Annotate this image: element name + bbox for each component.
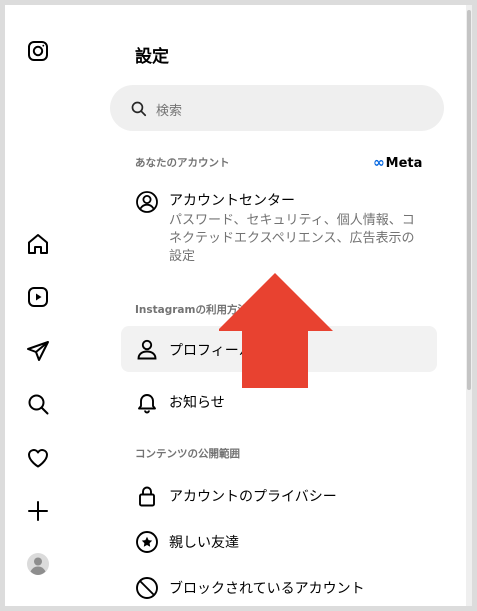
star-icon (136, 531, 158, 553)
annotation-arrow-up (219, 273, 333, 388)
home-icon[interactable] (25, 231, 51, 257)
search-placeholder: 検索 (156, 104, 183, 119)
lock-icon (139, 486, 155, 507)
block-icon (136, 577, 158, 599)
instagram-icon[interactable] (25, 38, 51, 64)
section-heading-visibility: コンテンツの公開範囲 (135, 448, 240, 460)
meta-infinity-icon: ∞ (373, 155, 385, 171)
avatar[interactable] (25, 551, 51, 577)
messages-icon[interactable] (25, 338, 51, 364)
search-icon[interactable] (25, 391, 51, 417)
account-center-item[interactable]: アカウントセンター パスワード、セキュリティ、個人情報、コネクテッドエクスペリエ… (121, 185, 437, 269)
section-heading-account: あなたのアカウント (135, 157, 230, 169)
blocked-accounts-label: ブロックされているアカウント (169, 581, 365, 597)
account-center-description: パスワード、セキュリティ、個人情報、コネクテッドエクスペリエンス、広告表示の設定 (169, 213, 415, 264)
settings-window: 設定 検索 あなたのアカウント ∞Meta アカウントセンター パスワード、セキ… (5, 5, 471, 606)
notifications-label: お知らせ (169, 395, 225, 411)
account-circle-icon (136, 191, 158, 213)
bell-icon (138, 394, 156, 414)
profile-icon (137, 339, 157, 360)
close-friends-item[interactable]: 親しい友達 (121, 519, 437, 565)
scrollbar-thumb[interactable] (467, 10, 471, 390)
search-icon (131, 101, 147, 117)
page-title: 設定 (135, 47, 169, 67)
close-friends-label: 親しい友達 (169, 535, 239, 551)
blocked-accounts-item[interactable]: ブロックされているアカウント (121, 565, 437, 606)
create-icon[interactable] (25, 498, 51, 524)
account-privacy-item[interactable]: アカウントのプライバシー (121, 473, 437, 519)
meta-logo: ∞Meta (373, 155, 423, 171)
heart-icon[interactable] (25, 445, 51, 471)
left-nav-rail (5, 5, 71, 606)
account-privacy-label: アカウントのプライバシー (169, 489, 337, 505)
search-input[interactable]: 検索 (110, 85, 444, 131)
reels-icon[interactable] (25, 284, 51, 310)
account-center-label: アカウントセンター (169, 193, 295, 209)
